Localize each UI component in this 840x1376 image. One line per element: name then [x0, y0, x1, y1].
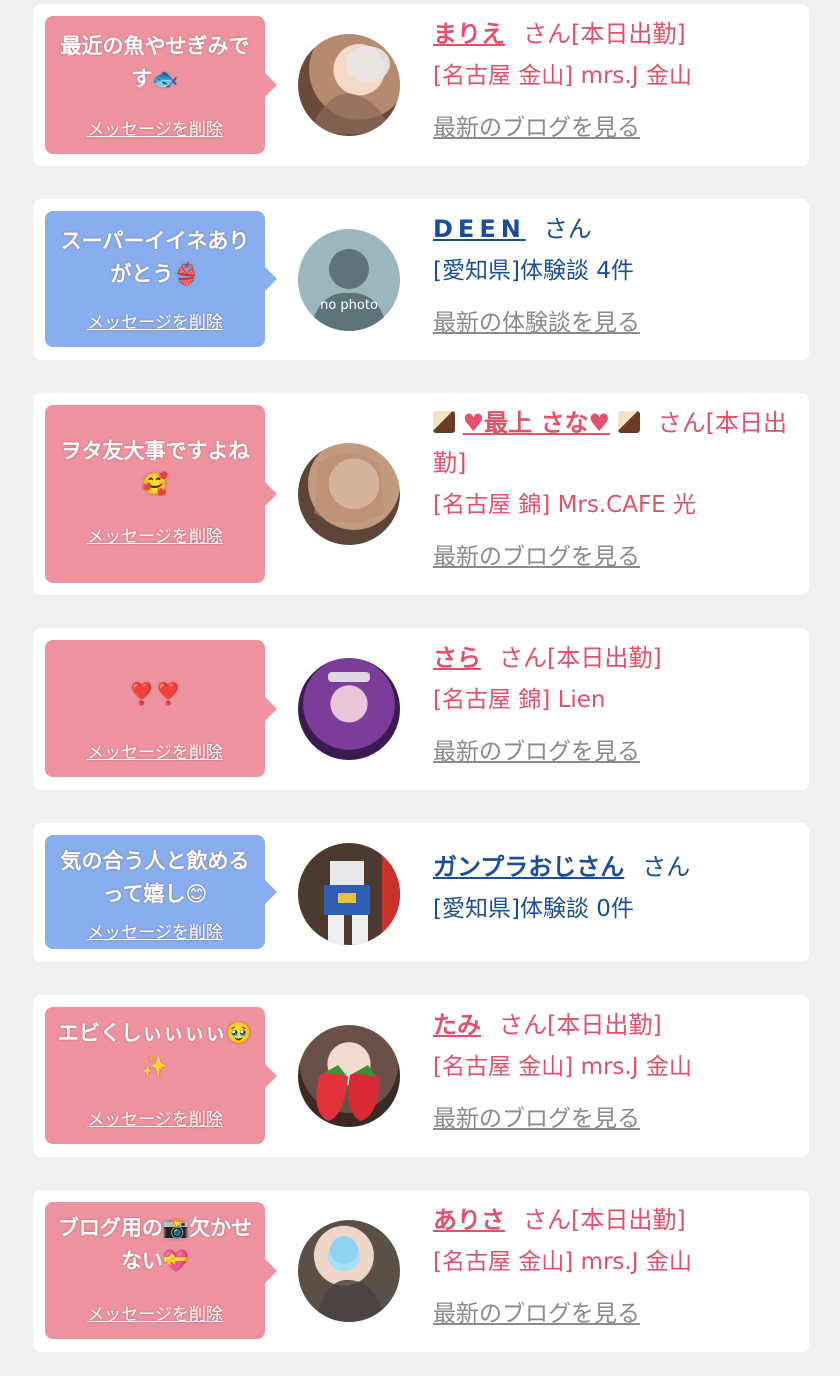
profile-info: まりえ さん[本日出勤] [名古屋 金山] mrs.J 金山 最新のブログを見る [433, 14, 791, 142]
profile-name-link[interactable]: たみ [433, 1011, 481, 1039]
message-text: ❣️❣️ [128, 682, 182, 706]
name-line: ありさ さん[本日出勤] [433, 1200, 791, 1240]
shop-info: [名古屋 金山] mrs.J 金山 [433, 63, 692, 89]
delete-message-link[interactable]: メッセージを削除 [45, 522, 265, 547]
avatar[interactable] [298, 34, 400, 136]
name-line: DEEN さん [433, 209, 791, 249]
message-text: エビくしぃぃぃぃ🥹✨ [57, 1021, 253, 1078]
delete-message-link[interactable]: メッセージを削除 [45, 738, 265, 763]
profile-name-link[interactable]: さら [433, 644, 481, 672]
profile-info: ガンプラおじさん さん [愛知県]体験談 0件 [433, 847, 791, 927]
latest-blog-link[interactable]: 最新のブログを見る [433, 1099, 791, 1133]
message-card: エビくしぃぃぃぃ🥹✨ メッセージを削除 たみ さん[本日出勤] [名古屋 金山] … [33, 995, 809, 1157]
message-card: ❣️❣️ メッセージを削除 さら さん[本日出勤] [名古屋 錦] Lien 最新… [33, 628, 809, 790]
profile-name-link[interactable]: ♥最上 さな♥ [463, 409, 610, 437]
no-photo-avatar[interactable]: no photo [298, 229, 400, 331]
delete-message-link[interactable]: メッセージを削除 [45, 1105, 265, 1130]
message-list: 最近の魚やせぎみです🐟 メッセージを削除 まりえ さん[本日出勤] [名古屋 金山… [0, 0, 840, 1376]
message-card: 最近の魚やせぎみです🐟 メッセージを削除 まりえ さん[本日出勤] [名古屋 金山… [33, 4, 809, 166]
message-bubble: スーパーイイネありがとう👙 メッセージを削除 [45, 211, 277, 347]
profile-info: ありさ さん[本日出勤] [名古屋 金山] mrs.J 金山 最新のブログを見る [433, 1200, 791, 1328]
profile-name-link[interactable]: ガンプラおじさん [433, 853, 624, 881]
robot-figure-icon [324, 853, 400, 945]
message-bubble: 最近の魚やせぎみです🐟 メッセージを削除 [45, 16, 277, 154]
message-card: ブログ用の📸欠かせない💝 メッセージを削除 ありさ さん[本日出勤] [名古屋 金… [33, 1190, 809, 1352]
message-text: ブログ用の📸欠かせない💝 [57, 1216, 253, 1273]
message-bubble: ブログ用の📸欠かせない💝 メッセージを削除 [45, 1202, 277, 1339]
avatar[interactable] [298, 658, 400, 760]
message-text: 最近の魚やせぎみです🐟 [60, 34, 250, 91]
profile-name-link[interactable]: DEEN [433, 215, 526, 243]
photo-avatar-icon [308, 46, 393, 134]
name-suffix: さん[本日出勤] [499, 1011, 662, 1039]
name-suffix: さん[本日出勤] [523, 20, 686, 48]
delete-message-link[interactable]: メッセージを削除 [45, 308, 265, 333]
profile-info: たみ さん[本日出勤] [名古屋 金山] mrs.J 金山 最新のブログを見る [433, 1005, 791, 1133]
delete-message-link[interactable]: メッセージを削除 [45, 1300, 265, 1325]
name-line: たみ さん[本日出勤] [433, 1005, 791, 1045]
shop-info: [名古屋 金山] mrs.J 金山 [433, 1249, 692, 1275]
avatar[interactable] [298, 1025, 400, 1127]
delete-message-link[interactable]: メッセージを削除 [45, 918, 265, 943]
message-card: ヲタ友大事ですよね🥰 メッセージを削除 ♥最上 さな♥ さん[本日出勤] [名古… [33, 393, 809, 595]
delete-message-link[interactable]: メッセージを削除 [45, 115, 265, 140]
message-bubble: エビくしぃぃぃぃ🥹✨ メッセージを削除 [45, 1007, 277, 1144]
shop-info: [名古屋 錦] Lien [433, 687, 606, 713]
name-suffix: さん [543, 215, 592, 243]
profile-info: さら さん[本日出勤] [名古屋 錦] Lien 最新のブログを見る [433, 638, 791, 766]
strawberry-photo-icon [316, 1065, 380, 1121]
profile-name-link[interactable]: ありさ [433, 1206, 505, 1234]
name-suffix: さん [642, 853, 691, 881]
robot-figure-avatar[interactable] [298, 843, 400, 945]
review-count: [愛知県]体験談 0件 [433, 896, 634, 922]
silhouette-icon: no photo [310, 249, 388, 331]
photo-avatar-icon [316, 1236, 384, 1322]
message-bubble: ヲタ友大事ですよね🥰 メッセージを削除 [45, 405, 277, 583]
chocolate-icon [433, 411, 455, 433]
message-text: 気の合う人と飲めるって嬉し😊 [60, 849, 250, 906]
name-line: まりえ さん[本日出勤] [433, 14, 791, 54]
name-suffix: さん[本日出勤] [523, 1206, 686, 1234]
profile-info: DEEN さん [愛知県]体験談 4件 最新の体験談を見る [433, 209, 791, 337]
latest-blog-link[interactable]: 最新のブログを見る [433, 108, 791, 142]
name-line: さら さん[本日出勤] [433, 638, 791, 678]
no-photo-text: no photo [320, 298, 378, 313]
message-card: 気の合う人と飲めるって嬉し😊 メッセージを削除 ガンプラおじさん さん [愛知県]… [33, 823, 809, 962]
chocolate-icon [617, 411, 640, 433]
message-text: スーパーイイネありがとう👙 [60, 229, 250, 286]
latest-blog-link[interactable]: 最新のブログを見る [433, 1294, 791, 1328]
latest-blog-link[interactable]: 最新のブログを見る [433, 732, 791, 766]
message-text: ヲタ友大事ですよね🥰 [60, 439, 250, 496]
review-count: [愛知県]体験談 4件 [433, 258, 634, 284]
avatar[interactable] [298, 443, 400, 545]
latest-review-link[interactable]: 最新の体験談を見る [433, 303, 791, 337]
shop-info: [名古屋 錦] Mrs.CAFE 光 [433, 492, 697, 518]
shop-info: [名古屋 金山] mrs.J 金山 [433, 1054, 692, 1080]
message-card: スーパーイイネありがとう👙 メッセージを削除 no photo DEEN さん [… [33, 199, 809, 360]
photo-avatar-icon [314, 453, 384, 523]
profile-info: ♥最上 さな♥ さん[本日出勤] [名古屋 錦] Mrs.CAFE 光 最新のブ… [433, 403, 791, 571]
profile-name-link[interactable]: まりえ [433, 20, 505, 48]
avatar[interactable] [298, 1220, 400, 1322]
name-line: ♥最上 さな♥ さん[本日出勤] [433, 403, 791, 483]
name-suffix: さん[本日出勤] [499, 644, 662, 672]
latest-blog-link[interactable]: 最新のブログを見る [433, 537, 791, 571]
name-line: ガンプラおじさん さん [433, 847, 791, 887]
message-bubble: 気の合う人と飲めるって嬉し😊 メッセージを削除 [45, 835, 277, 949]
photo-avatar-icon [328, 672, 370, 682]
message-bubble: ❣️❣️ メッセージを削除 [45, 640, 277, 777]
